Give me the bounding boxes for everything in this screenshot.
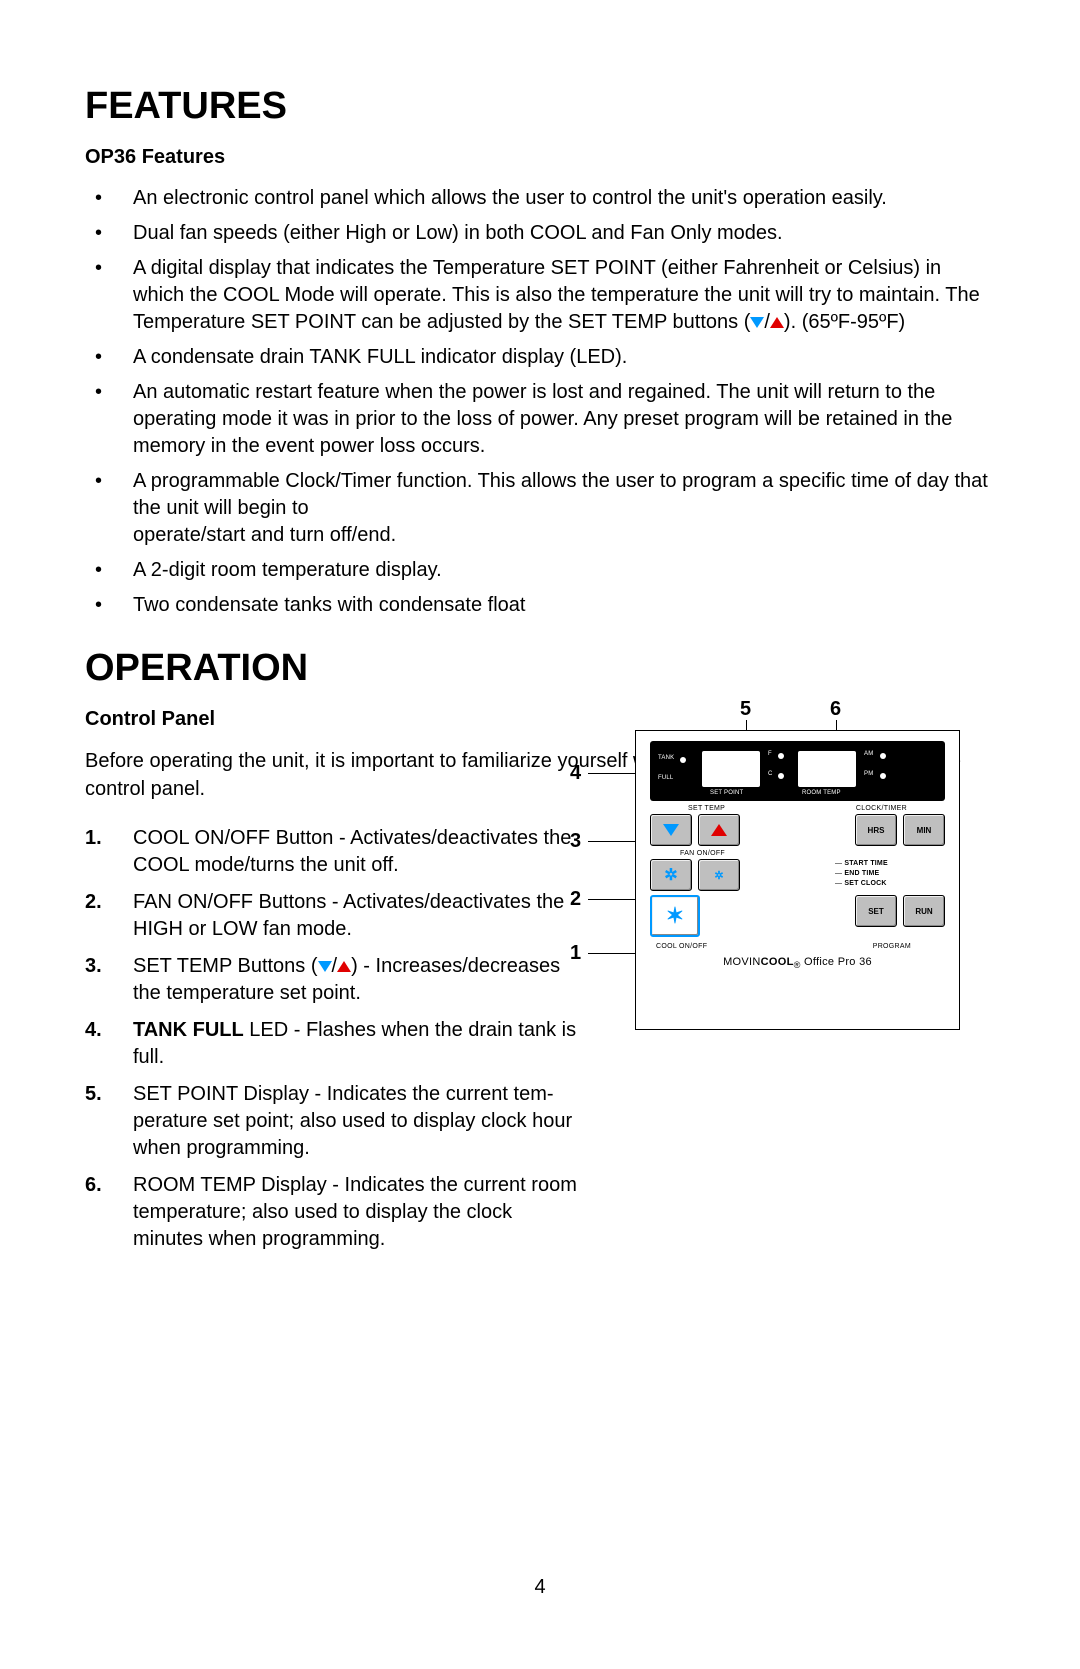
feature-item: Dual fan speeds (either High or Low) in … — [123, 220, 995, 247]
cool-onoff-button[interactable]: ✶ — [650, 895, 700, 937]
down-triangle-icon — [750, 317, 764, 328]
operation-heading: OPERATION — [85, 647, 995, 690]
up-triangle-icon — [770, 317, 784, 328]
features-heading: FEATURES — [85, 85, 995, 128]
run-button[interactable]: RUN — [903, 895, 945, 927]
control-panel-list: 1.COOL ON/OFF Button - Activates/deactiv… — [85, 825, 585, 1263]
features-subhead: OP36 Features — [85, 146, 995, 169]
temp-up-button[interactable] — [698, 814, 740, 846]
callout-2: 2 — [570, 888, 581, 911]
features-list: An electronic control panel which allows… — [85, 185, 995, 619]
feature-item: A 2-digit room temperature display. — [123, 557, 995, 584]
hrs-button[interactable]: HRS — [855, 814, 897, 846]
feature-item: A condensate drain TANK FULL indicator d… — [123, 344, 995, 371]
brand-label: MOVINCOOL® Office Pro 36 — [650, 956, 945, 970]
snowflake-icon: ✶ — [666, 905, 684, 927]
feature-item: A digital display that indicates the Tem… — [123, 255, 995, 336]
callout-6: 6 — [830, 698, 841, 721]
room-temp-display — [798, 751, 856, 787]
list-item: 3.SET TEMP Buttons (/) - Increases/decre… — [123, 953, 585, 1007]
temp-down-button[interactable] — [650, 814, 692, 846]
list-item: 1.COOL ON/OFF Button - Activates/deactiv… — [123, 825, 585, 879]
control-panel-diagram: 5 6 4 3 2 1 TANK FULL F C — [570, 690, 1000, 1050]
min-button[interactable]: MIN — [903, 814, 945, 846]
display-strip: TANK FULL F C AM PM SET POINT ROOM TEMP — [650, 741, 945, 801]
fan-high-button[interactable]: ✲ — [650, 859, 692, 891]
feature-item: Two condensate tanks with condensate flo… — [123, 592, 995, 619]
fan-low-button[interactable]: ✲ — [698, 859, 740, 891]
list-item: 4.TANK FULL LED - Flashes when the drain… — [123, 1017, 585, 1071]
callout-1: 1 — [570, 942, 581, 965]
list-item: 5.SET POINT Display - Indicates the curr… — [123, 1081, 585, 1162]
callout-4: 4 — [570, 762, 581, 785]
fan-icon: ✲ — [664, 865, 677, 885]
feature-item: An automatic restart feature when the po… — [123, 379, 995, 460]
page-number: 4 — [534, 1576, 545, 1599]
set-button[interactable]: SET — [855, 895, 897, 927]
up-triangle-icon — [337, 961, 351, 972]
callout-3: 3 — [570, 830, 581, 853]
feature-item: An electronic control panel which allows… — [123, 185, 995, 212]
down-triangle-icon — [318, 961, 332, 972]
list-item: 2.FAN ON/OFF Buttons - Activates/deactiv… — [123, 889, 585, 943]
set-point-display — [702, 751, 760, 787]
feature-item: A programmable Clock/Timer function. Thi… — [123, 468, 995, 549]
fan-icon: ✲ — [714, 869, 723, 882]
list-item: 6.ROOM TEMP Display - Indicates the curr… — [123, 1172, 585, 1253]
callout-5: 5 — [740, 698, 751, 721]
